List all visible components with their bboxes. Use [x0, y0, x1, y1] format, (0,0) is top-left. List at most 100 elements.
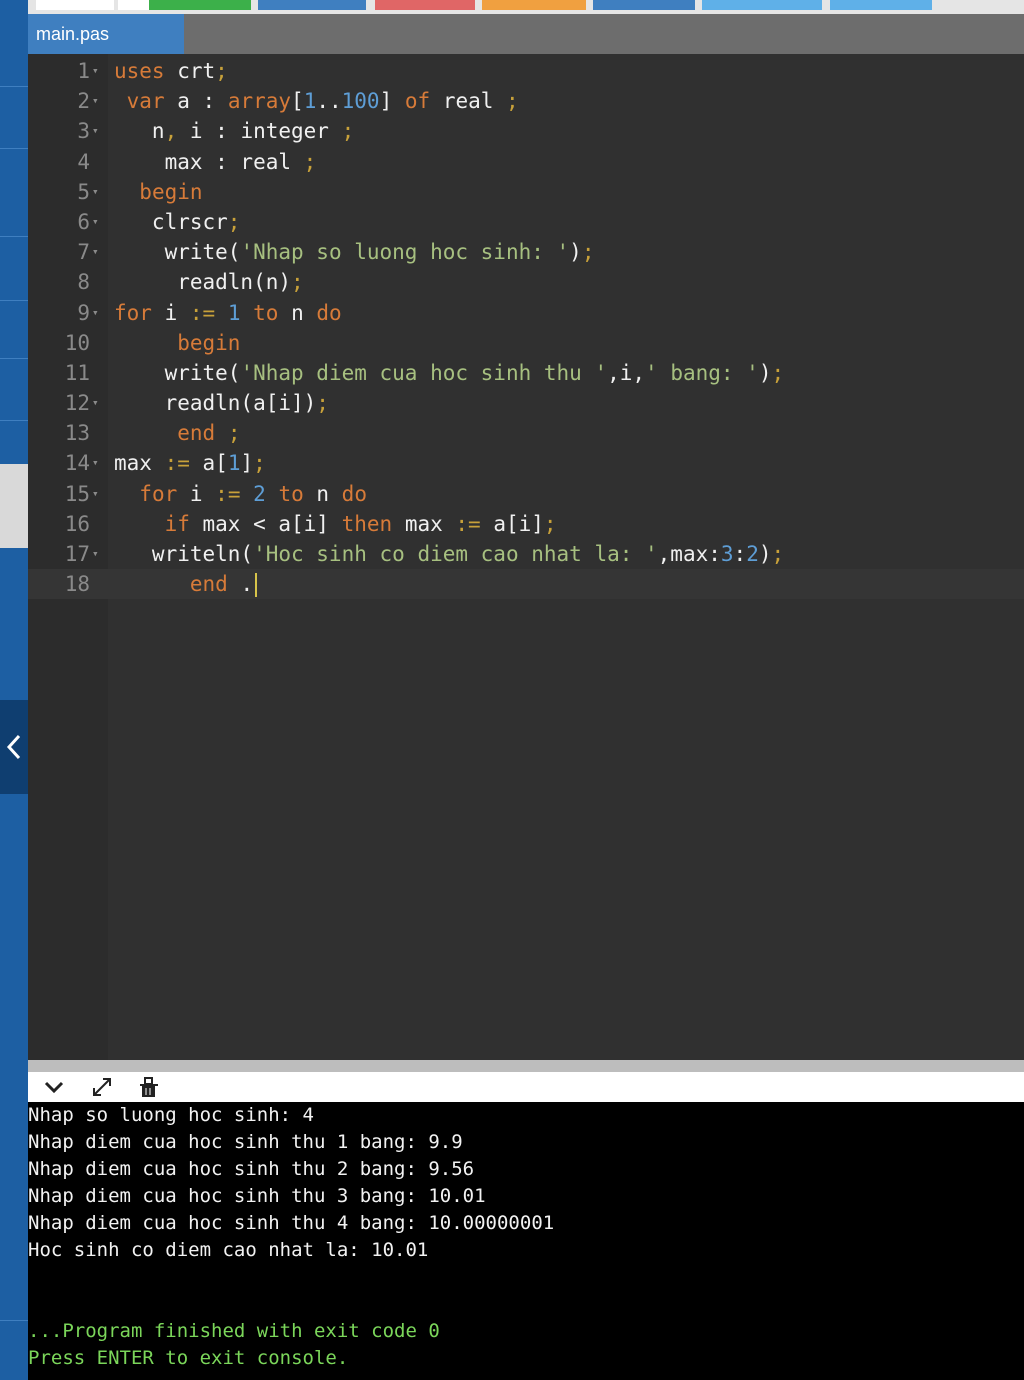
- code-token: 2: [746, 542, 759, 566]
- line-number: 7: [77, 240, 90, 265]
- code-text: for i := 1 to n do: [114, 298, 342, 328]
- code-line[interactable]: 18 end .: [28, 569, 1024, 600]
- code-token: if: [164, 511, 190, 536]
- code-token: then: [341, 511, 393, 536]
- text-cursor: [255, 573, 258, 598]
- line-number: 3: [77, 119, 90, 144]
- code-line[interactable]: 4 max : real ;: [28, 147, 1024, 177]
- code-line[interactable]: 12 ▾ readln(a[i]);: [28, 388, 1024, 418]
- code-token: :=: [164, 451, 190, 476]
- console-output-line: Nhap diem cua hoc sinh thu 2 bang: 9.56: [28, 1158, 475, 1180]
- code-token: i: [151, 300, 190, 325]
- code-text: readln(a[i]);: [114, 388, 329, 418]
- code-line[interactable]: 15 ▾ for i := 2 to n do: [28, 479, 1024, 509]
- fold-toggle-icon[interactable]: ▾: [92, 448, 106, 478]
- console-status-line: Press ENTER to exit console.: [28, 1347, 349, 1369]
- toolbar-button[interactable]: [830, 0, 932, 10]
- toolbar-button[interactable]: [36, 0, 114, 10]
- code-token: a[i]: [480, 511, 544, 536]
- code-token: write(: [114, 360, 241, 385]
- expand-icon: [93, 1078, 111, 1096]
- code-line[interactable]: 2 ▾ var a : array[1..100] of real ;: [28, 86, 1024, 116]
- code-line[interactable]: 11 write('Nhap diem cua hoc sinh thu ',i…: [28, 358, 1024, 388]
- collapse-sidebar-button[interactable]: [0, 700, 28, 794]
- code-text: readln(n);: [114, 267, 303, 297]
- line-number: 14: [64, 451, 90, 476]
- fold-toggle-icon[interactable]: ▾: [92, 298, 106, 328]
- code-line[interactable]: 5 ▾ begin: [28, 177, 1024, 207]
- fold-toggle-icon[interactable]: ▾: [92, 207, 106, 237]
- fold-toggle-icon[interactable]: ▾: [92, 237, 106, 267]
- code-token: do: [341, 481, 367, 506]
- code-token: 100: [341, 89, 380, 114]
- code-token: end: [177, 421, 216, 446]
- code-line[interactable]: 16 if max < a[i] then max := a[i];: [28, 509, 1024, 539]
- sidebar-light-panel: [0, 464, 28, 548]
- code-line[interactable]: 3 ▾ n, i : integer ;: [28, 116, 1024, 146]
- code-line[interactable]: 13 end ;: [28, 418, 1024, 448]
- panel-splitter[interactable]: [28, 1060, 1024, 1072]
- fold-toggle-icon[interactable]: ▾: [92, 116, 106, 146]
- line-number: 13: [64, 421, 90, 446]
- code-token: ,: [164, 119, 178, 144]
- code-line[interactable]: 8 readln(n);: [28, 267, 1024, 297]
- code-text: end ;: [114, 418, 240, 448]
- code-token: uses: [114, 59, 165, 83]
- fold-toggle-icon[interactable]: ▾: [92, 479, 106, 509]
- toolbar-button[interactable]: [375, 0, 475, 10]
- code-token: ;: [253, 451, 266, 476]
- code-text: writeln('Hoc sinh co diem cao nhat la: '…: [114, 539, 784, 569]
- file-tab-bar: main.pas: [28, 14, 1024, 54]
- line-number: 2: [77, 89, 90, 114]
- code-token: ;: [771, 360, 785, 385]
- code-text: if max < a[i] then max := a[i];: [114, 509, 557, 539]
- code-text: write('Nhap so luong hoc sinh: ');: [114, 237, 595, 267]
- fold-toggle-icon[interactable]: ▾: [92, 388, 106, 418]
- code-token: ]: [240, 451, 254, 476]
- toolbar-button[interactable]: [258, 0, 366, 10]
- code-token: :=: [455, 511, 481, 536]
- code-editor[interactable]: 1 ▾ uses crt; 2 ▾ var a : array[1..100] of r…: [28, 54, 1024, 1060]
- code-token: begin: [139, 179, 203, 204]
- code-line[interactable]: 1 ▾ uses crt;: [28, 56, 1024, 86]
- code-token: for: [139, 481, 178, 506]
- code-token: ;: [506, 89, 519, 114]
- code-token: real: [430, 89, 507, 114]
- code-token: 3: [720, 542, 734, 566]
- fold-toggle-icon[interactable]: ▾: [92, 86, 106, 116]
- console-output-line: Nhap so luong hoc sinh: 4: [28, 1104, 314, 1126]
- code-line[interactable]: 17 ▾ writeln('Hoc sinh co diem cao nhat l…: [28, 539, 1024, 569]
- line-number: 11: [64, 360, 90, 385]
- code-line[interactable]: 7 ▾ write('Nhap so luong hoc sinh: ');: [28, 237, 1024, 267]
- toolbar-button[interactable]: [702, 0, 822, 10]
- tab-main-pas[interactable]: main.pas: [28, 14, 184, 54]
- fold-toggle-icon[interactable]: ▾: [92, 177, 106, 207]
- line-number: 17: [64, 542, 90, 566]
- code-text: max := a[1];: [114, 448, 266, 478]
- code-token: 'Hoc sinh co diem cao nhat la: ': [253, 542, 658, 566]
- run-button[interactable]: [149, 0, 251, 10]
- code-token: max < a[i]: [189, 511, 342, 536]
- code-line[interactable]: 6 ▾ clrscr;: [28, 207, 1024, 237]
- code-line[interactable]: 14 ▾ max := a[1];: [28, 448, 1024, 478]
- expand-console-button[interactable]: [88, 1075, 116, 1099]
- left-sidebar-strip: [0, 0, 28, 1380]
- code-token: ;: [227, 209, 241, 234]
- output-console[interactable]: Nhap so luong hoc sinh: 4 Nhap diem cua h…: [28, 1102, 1024, 1380]
- code-text: uses crt;: [114, 56, 228, 86]
- code-line[interactable]: 10 begin: [28, 328, 1024, 358]
- toolbar-button[interactable]: [593, 0, 695, 10]
- code-text: for i := 2 to n do: [114, 479, 367, 509]
- fold-toggle-icon[interactable]: ▾: [92, 56, 106, 86]
- code-token: end: [189, 572, 228, 597]
- clear-console-button[interactable]: [136, 1075, 162, 1099]
- code-line[interactable]: 9 ▾ for i := 1 to n do: [28, 298, 1024, 328]
- fold-toggle-icon[interactable]: ▾: [92, 539, 106, 569]
- toolbar-button[interactable]: [482, 0, 586, 10]
- code-token: to: [278, 481, 304, 506]
- code-token: n: [114, 119, 165, 144]
- minimize-console-button[interactable]: [42, 1075, 66, 1099]
- code-lines: 1 ▾ uses crt; 2 ▾ var a : array[1..100] of r…: [28, 54, 1024, 600]
- code-token: 'Nhap so luong hoc sinh: ': [240, 240, 570, 265]
